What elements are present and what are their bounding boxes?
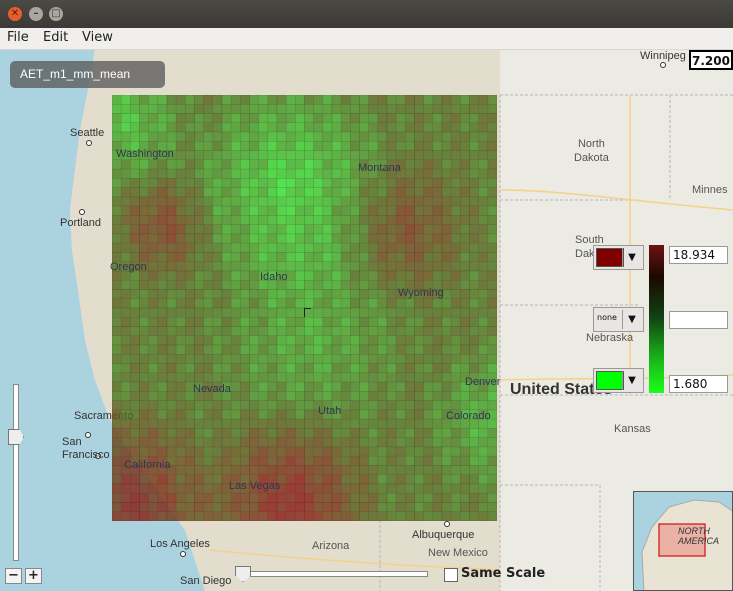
cursor-marker xyxy=(304,308,311,317)
state-label-new-mexico: New Mexico xyxy=(428,547,488,559)
mid-color-option: none xyxy=(597,313,617,322)
city-label-portland: Portland xyxy=(60,217,101,229)
maximize-window-button[interactable]: □ xyxy=(49,7,63,21)
legend-min-field[interactable]: 1.680 xyxy=(669,375,728,393)
high-color-swatch xyxy=(596,248,624,267)
high-color-picker[interactable]: ▼ xyxy=(593,245,644,270)
legend-color-ramp xyxy=(649,245,664,393)
state-label-montana: Montana xyxy=(358,162,401,174)
state-label-utah: Utah xyxy=(318,405,342,417)
state-label-north-dakota: North Dakota xyxy=(574,138,609,164)
layer-name-label: AET_m1_mm_mean xyxy=(10,61,165,88)
menu-edit[interactable]: Edit xyxy=(43,30,68,45)
state-label-colorado: Colorado xyxy=(446,410,491,422)
menu-file[interactable]: File xyxy=(7,30,29,45)
city-label-denver: Denver xyxy=(465,376,501,388)
close-window-button[interactable]: ✕ xyxy=(8,7,22,21)
chevron-down-icon[interactable]: ▼ xyxy=(622,310,641,329)
same-scale-label: Same Scale xyxy=(461,566,546,581)
legend-max-field[interactable]: 18.934 xyxy=(669,246,728,264)
city-label-seattle: Seattle xyxy=(70,127,105,139)
zoom-out-button[interactable]: − xyxy=(5,568,22,584)
minimize-window-button[interactable]: – xyxy=(29,7,43,21)
state-label-wyoming: Wyoming xyxy=(398,287,444,299)
state-label-idaho: Idaho xyxy=(260,271,288,283)
chevron-down-icon[interactable]: ▼ xyxy=(622,248,641,267)
state-label-nevada: Nevada xyxy=(193,383,231,395)
application-window: ✕ – □ File Edit View Winnipeg Seattle Po… xyxy=(0,0,733,591)
low-color-swatch xyxy=(596,371,624,390)
legend-mid-field[interactable] xyxy=(669,311,728,329)
overview-map-label: NORTH AMERICA xyxy=(678,526,720,546)
state-label-arizona: Arizona xyxy=(312,540,350,552)
state-label-kansas: Kansas xyxy=(614,423,651,435)
zoom-in-button[interactable]: + xyxy=(25,568,42,584)
map-view[interactable]: Winnipeg Seattle Portland Sacramento San… xyxy=(0,50,733,591)
title-bar: ✕ – □ xyxy=(0,0,733,28)
state-label-california: California xyxy=(124,459,171,471)
same-scale-checkbox[interactable] xyxy=(444,568,458,582)
mid-color-picker[interactable]: none ▼ xyxy=(593,307,644,332)
city-label-winnipeg: Winnipeg xyxy=(640,50,686,62)
time-slider-track[interactable] xyxy=(240,571,428,577)
menu-view[interactable]: View xyxy=(82,30,113,45)
menu-bar: File Edit View xyxy=(0,28,733,50)
low-color-picker[interactable]: ▼ xyxy=(593,368,644,393)
state-label-washington: Washington xyxy=(116,148,174,160)
overview-map[interactable]: NORTH AMERICA xyxy=(633,491,733,591)
city-label-los-angeles: Los Angeles xyxy=(150,538,210,550)
city-label-san-diego: San Diego xyxy=(180,575,232,587)
state-label-nebraska: Nebraska xyxy=(586,332,634,344)
zoom-slider-track[interactable] xyxy=(13,384,19,561)
city-label-san-francisco: San Francisco xyxy=(62,436,110,461)
city-label-albuquerque: Albuquerque xyxy=(412,529,475,541)
state-label-oregon: Oregon xyxy=(110,261,147,273)
city-label-las-vegas: Las Vegas xyxy=(229,480,281,492)
chevron-down-icon[interactable]: ▼ xyxy=(622,371,641,390)
state-label-minnesota: Minnes xyxy=(692,184,728,196)
scale-readout: 7.200 xyxy=(689,50,733,70)
